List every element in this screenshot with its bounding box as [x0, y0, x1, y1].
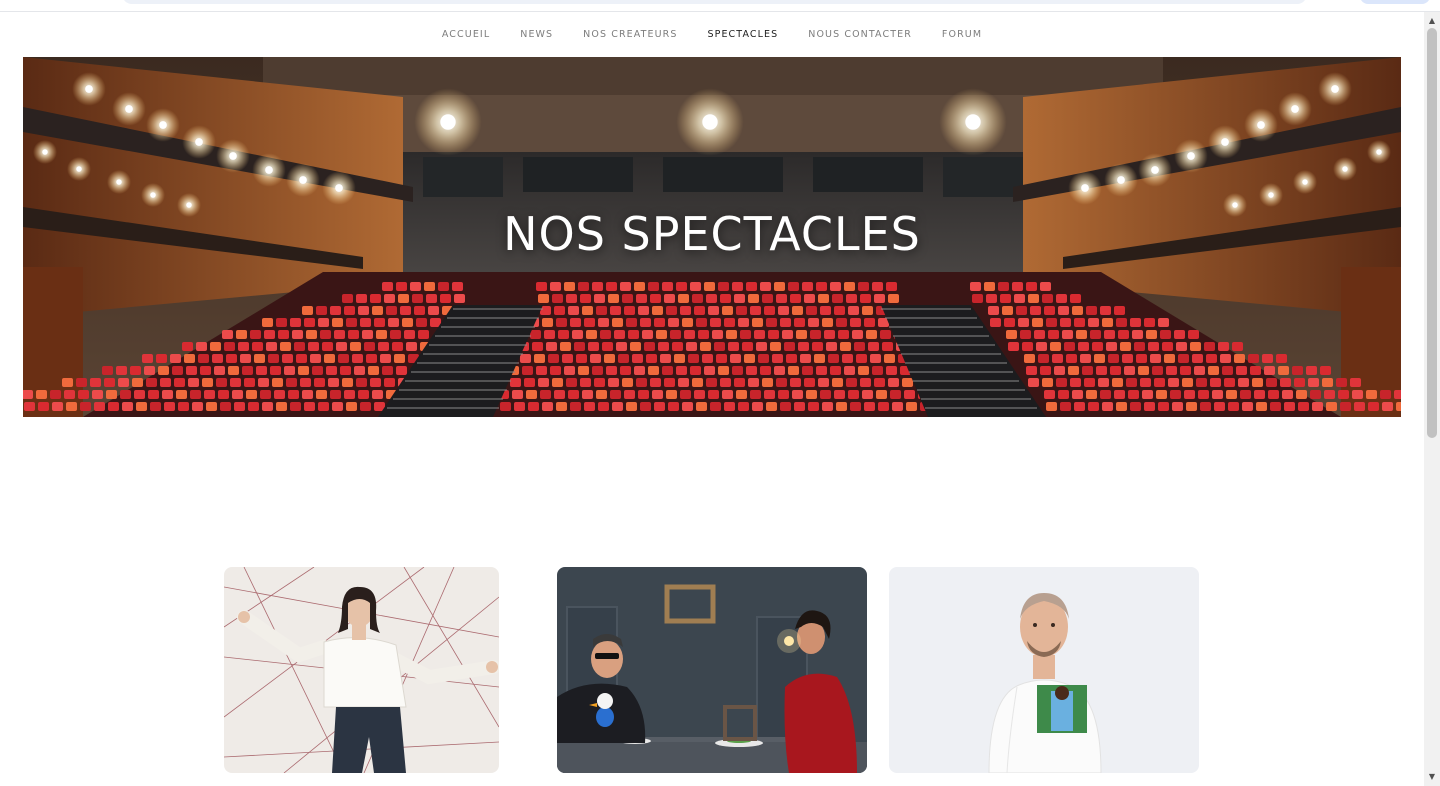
nav-item-news[interactable]: NEWS	[520, 29, 553, 40]
man-white-tshirt-photo	[889, 567, 1199, 773]
nav-item-nous-contacter[interactable]: NOUS CONTACTER	[808, 29, 912, 40]
show-card-2[interactable]	[557, 567, 867, 773]
show-card-1[interactable]	[224, 567, 499, 773]
triangle-down-icon[interactable]: ▼	[1424, 770, 1440, 784]
nav-item-spectacles[interactable]: SPECTACLES	[708, 29, 779, 40]
triangle-up-icon[interactable]: ▲	[1424, 14, 1440, 28]
browser-action-button[interactable]	[1360, 0, 1430, 4]
nav-item-forum[interactable]: FORUM	[942, 29, 982, 40]
nav-item-accueil[interactable]: ACCUEIL	[442, 29, 490, 40]
scrollbar-thumb[interactable]	[1427, 28, 1437, 438]
nav-item-nos-createurs[interactable]: NOS CREATEURS	[583, 29, 677, 40]
dinner-scene-photo	[557, 567, 867, 773]
hero-banner: NOS SPECTACLES	[23, 57, 1401, 417]
woman-white-shirt-photo	[224, 567, 499, 773]
main-navigation: ACCUEIL NEWS NOS CREATEURS SPECTACLES NO…	[0, 12, 1424, 57]
show-card-3[interactable]	[889, 567, 1199, 773]
page-scrollbar[interactable]: ▲ ▼	[1424, 12, 1440, 786]
page-title: NOS SPECTACLES	[503, 207, 921, 261]
browser-top-strip	[0, 0, 1440, 12]
address-bar[interactable]	[122, 0, 1307, 4]
